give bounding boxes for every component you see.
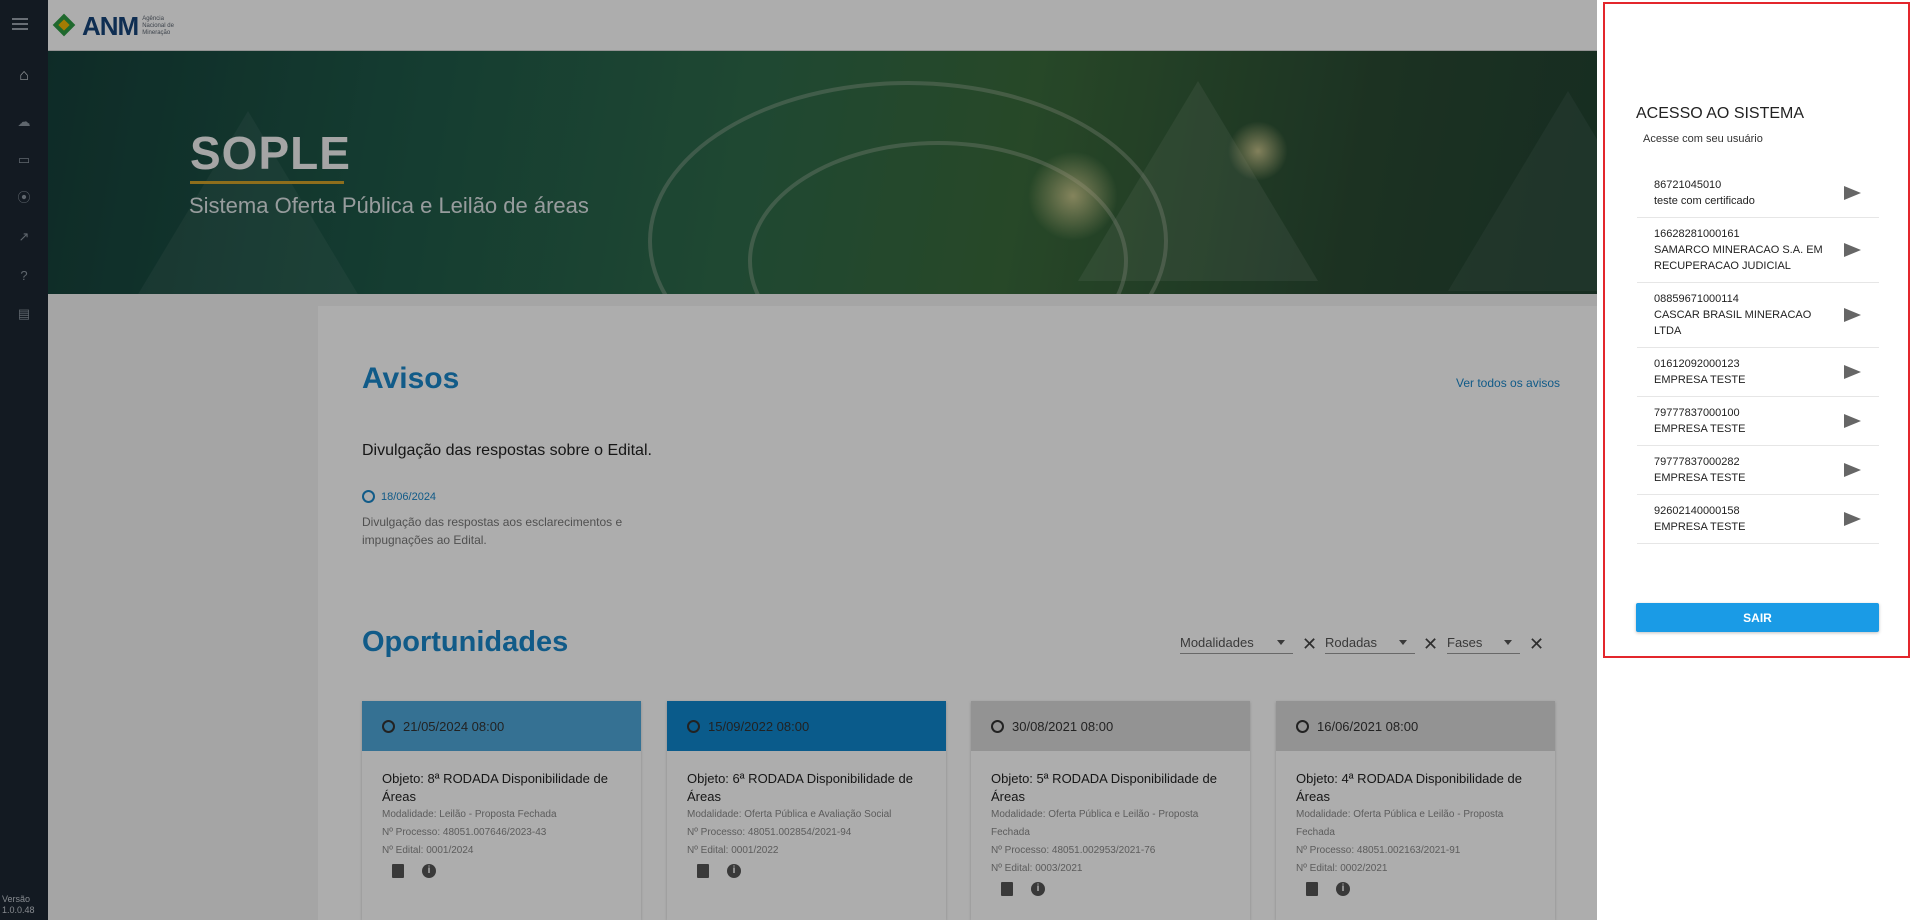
send-icon[interactable] xyxy=(1844,186,1861,200)
user-item[interactable]: 92602140000158 EMPRESA TESTE xyxy=(1637,495,1879,544)
user-name: EMPRESA TESTE xyxy=(1654,472,1746,484)
user-name: teste com certificado xyxy=(1654,195,1755,207)
user-name: SAMARCO MINERACAO S.A. EM RECUPERACAO JU… xyxy=(1654,244,1823,272)
user-id: 01612092000123 xyxy=(1654,358,1740,370)
send-icon[interactable] xyxy=(1844,365,1861,379)
access-panel-title: ACESSO AO SISTEMA xyxy=(1636,105,1805,122)
send-icon[interactable] xyxy=(1844,243,1861,257)
send-icon[interactable] xyxy=(1844,463,1861,477)
exit-button[interactable]: SAIR xyxy=(1636,603,1879,632)
user-id: 16628281000161 xyxy=(1654,228,1740,240)
user-item[interactable]: 16628281000161 SAMARCO MINERACAO S.A. EM … xyxy=(1637,218,1879,283)
user-name: EMPRESA TESTE xyxy=(1654,521,1746,533)
user-list: 86721045010 teste com certificado 16628281… xyxy=(1637,169,1879,544)
user-id: 79777837000100 xyxy=(1654,407,1740,419)
user-item[interactable]: 79777837000100 EMPRESA TESTE xyxy=(1637,397,1879,446)
user-id: 86721045010 xyxy=(1654,179,1722,191)
user-item[interactable]: 79777837000282 EMPRESA TESTE xyxy=(1637,446,1879,495)
user-name: CASCAR BRASIL MINERACAO LTDA xyxy=(1654,309,1812,337)
send-icon[interactable] xyxy=(1844,512,1861,526)
user-name: EMPRESA TESTE xyxy=(1654,374,1746,386)
access-panel-subtitle: Acesse com seu usuário xyxy=(1643,133,1763,145)
send-icon[interactable] xyxy=(1844,308,1861,322)
user-item[interactable]: 08859671000114 CASCAR BRASIL MINERACAO LT… xyxy=(1637,283,1879,348)
user-item[interactable]: 86721045010 teste com certificado xyxy=(1637,169,1879,218)
send-icon[interactable] xyxy=(1844,414,1861,428)
user-id: 92602140000158 xyxy=(1654,505,1740,517)
user-id: 08859671000114 xyxy=(1654,293,1739,305)
user-id: 79777837000282 xyxy=(1654,456,1740,468)
modal-backdrop[interactable] xyxy=(0,0,1597,920)
user-item[interactable]: 01612092000123 EMPRESA TESTE xyxy=(1637,348,1879,397)
user-name: EMPRESA TESTE xyxy=(1654,423,1746,435)
